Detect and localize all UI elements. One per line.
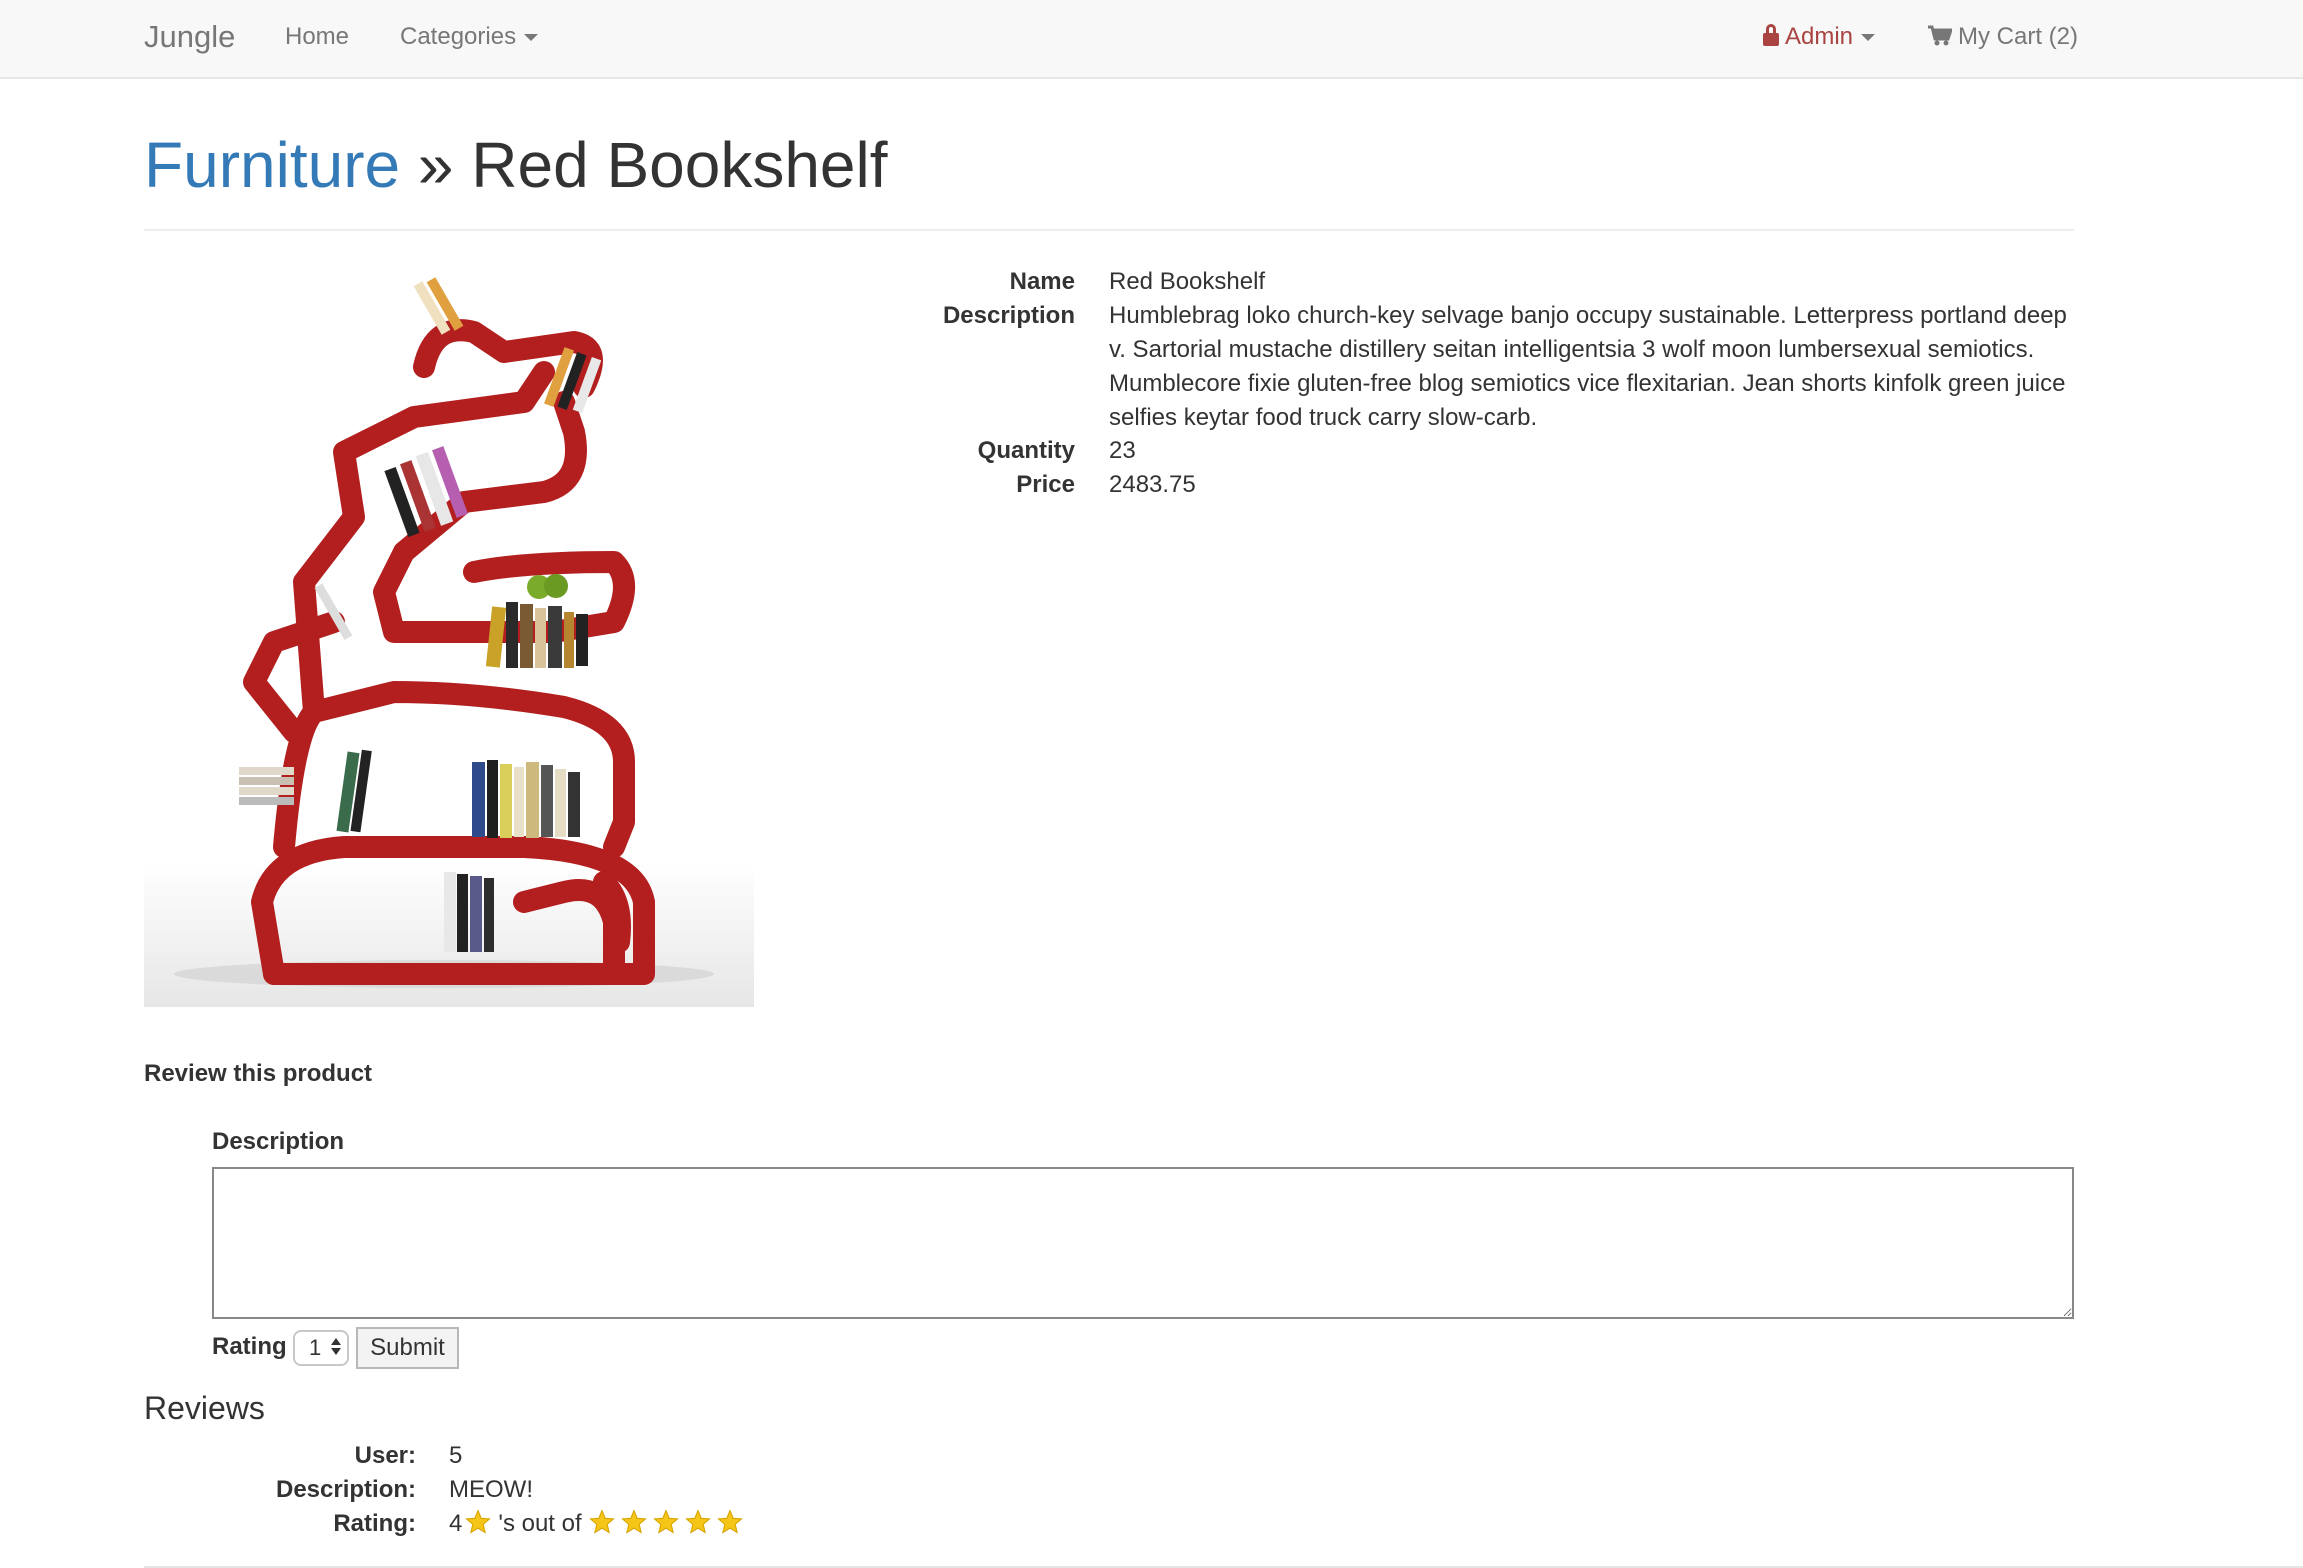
star-icon	[652, 1509, 679, 1534]
caret-down-icon	[1861, 34, 1876, 42]
review-rating-number: 4	[449, 1510, 463, 1537]
title-divider	[144, 229, 2074, 231]
reviews-heading: Reviews	[144, 1390, 265, 1426]
nav-home-link[interactable]: Home	[285, 14, 349, 60]
description-value: Humblebrag loko church-key selvage banjo…	[1109, 302, 2067, 431]
quantity-label: Quantity	[977, 437, 1075, 464]
breadcrumb-separator: »	[417, 129, 454, 201]
review-rating-label: Rating	[212, 1333, 287, 1360]
quantity-value: 23	[1109, 437, 1136, 464]
review-rating-text: 's out of	[498, 1510, 582, 1537]
breadcrumb-product: Red Bookshelf	[471, 129, 888, 201]
navbar: Jungle Home Categories Admin My Cart (2)	[0, 0, 2303, 79]
nav-cart-link[interactable]: My Cart (2)	[1928, 14, 2078, 60]
page-title: Furniture » Red Bookshelf	[144, 125, 888, 205]
nav-admin-label: Admin	[1785, 23, 1854, 50]
star-icon	[716, 1509, 743, 1534]
review-description-label: Description:	[275, 1476, 416, 1503]
rating-select[interactable]: 1	[293, 1330, 349, 1366]
nav-cart-label: My Cart (2)	[1958, 23, 2078, 50]
submit-button[interactable]: Submit	[356, 1327, 459, 1369]
select-arrows-icon	[331, 1338, 341, 1355]
review-user-value: 5	[449, 1442, 463, 1469]
star-icon	[684, 1509, 711, 1534]
review-rating-label: Rating:	[333, 1510, 416, 1537]
product-image	[144, 262, 754, 1007]
review-description-textarea[interactable]	[212, 1167, 2074, 1319]
review-form-heading: Review this product	[144, 1060, 373, 1087]
price-value: 2483.75	[1109, 471, 1196, 498]
lock-icon	[1763, 24, 1779, 46]
caret-down-icon	[524, 34, 539, 42]
review-rating-value: 4 's out of	[449, 1507, 746, 1541]
breadcrumb-category-link[interactable]: Furniture	[144, 129, 400, 201]
shopping-cart-icon	[1928, 25, 1952, 46]
review-description-label: Description	[212, 1128, 345, 1155]
star-icon	[620, 1509, 647, 1534]
name-label: Name	[1009, 268, 1075, 295]
name-value: Red Bookshelf	[1109, 268, 1266, 295]
price-label: Price	[1016, 471, 1075, 498]
nav-admin-dropdown[interactable]: Admin	[1763, 14, 1876, 60]
star-icon	[465, 1509, 492, 1534]
nav-categories-dropdown[interactable]: Categories	[400, 14, 539, 60]
rating-select-value: 1	[309, 1335, 322, 1360]
star-icon	[588, 1509, 615, 1534]
review-description-value: MEOW!	[449, 1476, 533, 1503]
review-user-label: User:	[354, 1442, 416, 1469]
red-bookshelf-illustration	[144, 277, 754, 1007]
brand-link[interactable]: Jungle	[144, 14, 235, 60]
nav-categories-label: Categories	[400, 23, 517, 50]
description-label: Description	[942, 302, 1075, 329]
